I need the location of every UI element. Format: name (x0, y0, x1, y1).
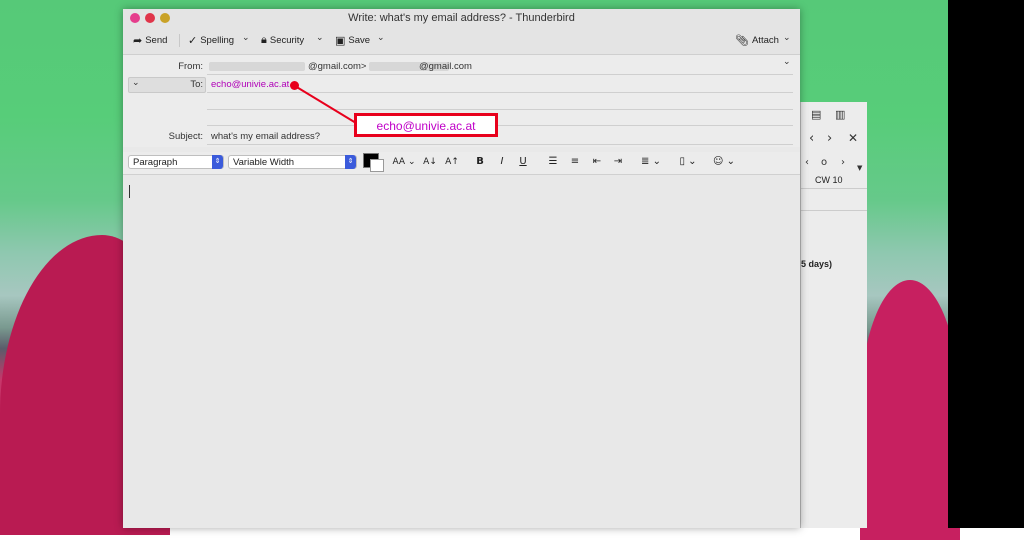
annotation-dot (290, 81, 299, 90)
annotation-connector (294, 85, 357, 124)
annotation-line (294, 85, 357, 124)
annotation-callout: echo@univie.ac.at (354, 113, 498, 137)
annotation-text: echo@univie.ac.at (376, 119, 476, 133)
